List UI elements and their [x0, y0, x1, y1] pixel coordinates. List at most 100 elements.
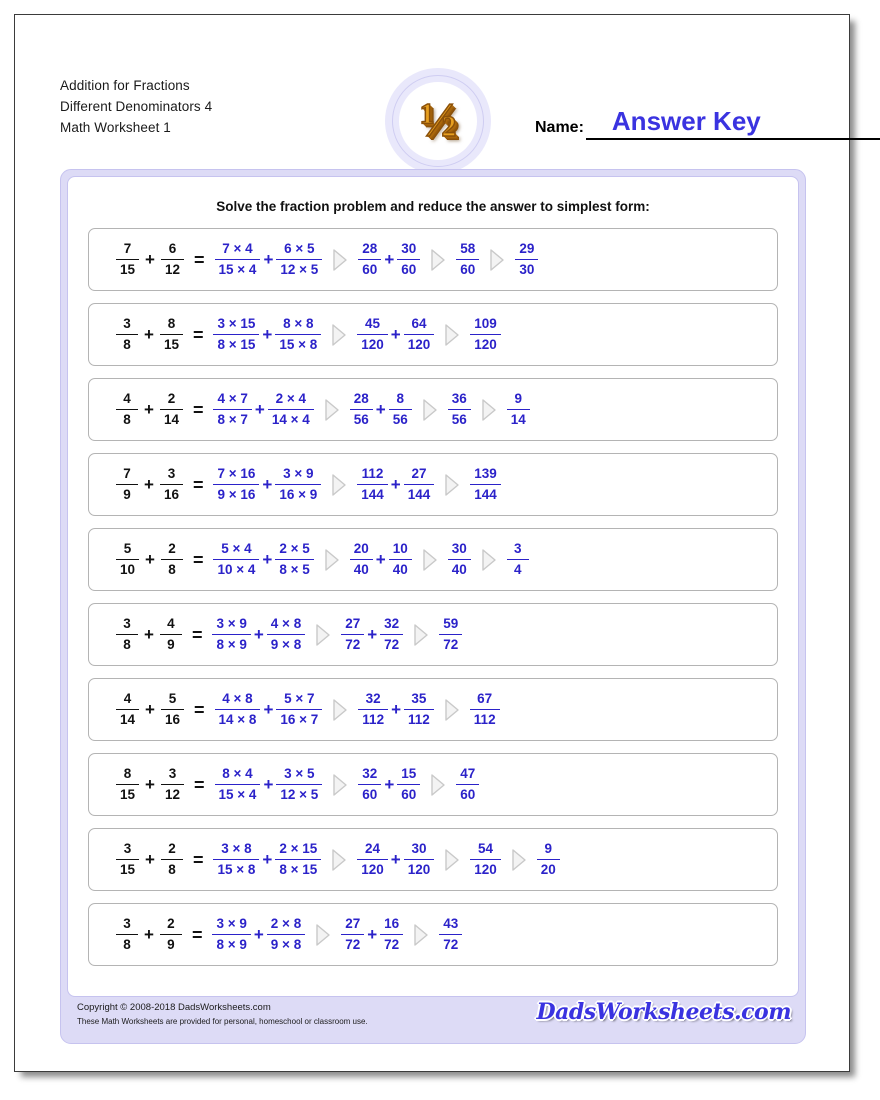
operand-fraction-b: 6 12 — [160, 241, 184, 277]
common-denominator-fraction-a: 3 × 9 8 × 9 — [212, 917, 251, 952]
operand-fraction-b: 49 — [159, 617, 182, 652]
converted-fraction-b: 10 40 — [388, 542, 412, 577]
denominator: 60 — [362, 262, 378, 278]
denominator: 120 — [407, 337, 431, 353]
numerator: 6 — [168, 241, 177, 257]
denominator: 8 — [168, 862, 176, 878]
numerator: 8 — [167, 316, 176, 332]
converted-fraction-a: 28 56 — [349, 391, 373, 427]
sum-fraction: 30 40 — [447, 542, 471, 578]
numerator: 8 × 4 — [222, 766, 253, 782]
plus-operator: + — [263, 775, 274, 794]
converted-fraction-b: 16 72 — [380, 916, 404, 952]
numerator: 3 × 15 — [217, 316, 256, 332]
plus-operator: + — [375, 400, 386, 419]
denominator: 72 — [345, 637, 361, 653]
worksheet-header: Addition for Fractions Different Denomin… — [15, 15, 880, 174]
problem-expression: 3 8 +4 9 = 3 × 98 × 9 +4 × 89 × 8 27 72 +32 72 59 72 — [115, 617, 463, 652]
numerator: 30 — [411, 841, 427, 857]
numerator: 32 — [365, 691, 381, 707]
numerator: 28 — [353, 391, 369, 407]
name-input[interactable]: Answer Key — [585, 106, 880, 140]
numerator: 67 — [477, 691, 493, 707]
equals-operator: = — [194, 699, 205, 720]
instructions-text: Solve the fraction problem and reduce th… — [216, 199, 650, 214]
operand-fraction-b: 8 15 — [159, 316, 183, 352]
denominator: 56 — [392, 412, 408, 428]
arrow-right-icon — [444, 698, 460, 722]
arrow-right-icon — [331, 473, 347, 497]
denominator: 8 × 15 — [217, 337, 256, 353]
denominator: 72 — [384, 637, 400, 653]
denominator: 40 — [451, 562, 467, 578]
numerator: 2 × 8 — [270, 916, 302, 932]
plus-operator: + — [391, 700, 402, 719]
half-fraction-logo-icon: ½ — [385, 68, 491, 174]
converted-fraction-b: 15 60 — [397, 767, 421, 802]
arrow-right-icon — [331, 848, 347, 872]
logo-half-glyph: ½ — [419, 91, 457, 148]
denominator: 14 × 4 — [271, 412, 310, 428]
numerator: 59 — [443, 616, 459, 632]
numerator: 32 — [384, 616, 400, 632]
operand-fraction-b: 5 16 — [160, 692, 184, 727]
usage-text: These Math Worksheets are provided for p… — [77, 1017, 368, 1026]
denominator: 60 — [401, 262, 417, 278]
equals-operator: = — [192, 549, 204, 570]
sum-fraction: 59 72 — [439, 616, 463, 652]
operand-fraction-a: 3 15 — [116, 842, 140, 878]
denominator: 10 × 4 — [217, 562, 256, 578]
denominator: 9 × 8 — [270, 637, 302, 653]
common-denominator-fraction-b: 2 × 5 8 × 5 — [275, 542, 314, 577]
sum-fraction: 54 120 — [470, 842, 501, 877]
problem-expression: 8 15 +3 12 = 8 × 4 15 × 4 +3 × 5 12 × 5 32 60 +15 60… — [115, 767, 480, 802]
operand-fraction-a: 79 — [116, 467, 138, 502]
common-denominator-fraction-a: 8 × 4 15 × 4 — [214, 766, 261, 802]
arrow-right-icon — [444, 323, 460, 347]
denominator: 14 — [510, 412, 526, 428]
problem-expression: 7 9 +3 16 = 7 × 16 9 × 16 +3 × 9 16 × 9 112 144 +27… — [115, 467, 502, 502]
numerator: 43 — [443, 916, 459, 932]
plus-operator: + — [145, 775, 155, 794]
denominator: 120 — [474, 337, 497, 353]
operand-fraction-a: 7 15 — [116, 242, 140, 277]
numerator: 16 — [384, 916, 400, 932]
numerator: 6 × 5 — [284, 241, 315, 257]
problem-expression: 3 8 +2 9 = 3 × 98 × 9 +2 × 89 × 8 27 72 +16 72 43 72 — [115, 917, 463, 952]
numerator: 3 — [168, 766, 177, 782]
plus-operator: + — [144, 625, 154, 644]
operand-fraction-a: 48 — [116, 392, 138, 427]
denominator: 15 — [120, 862, 136, 878]
worksheet-page: Addition for Fractions Different Denomin… — [0, 0, 880, 1100]
sum-fraction: 36 56 — [447, 392, 471, 427]
converted-fraction-a: 24 120 — [357, 842, 388, 877]
converted-fraction-a: 28 60 — [358, 242, 382, 278]
problems-panel-inner: Solve the fraction problem and reduce th… — [67, 176, 799, 997]
numerator: 30 — [401, 241, 417, 257]
equals-operator: = — [192, 849, 204, 870]
arrow-right-icon — [422, 398, 438, 422]
reduced-answer-fraction: 29 30 — [515, 242, 539, 277]
equals-operator: = — [192, 399, 204, 420]
operand-fraction-b: 28 — [160, 842, 183, 878]
numerator: 8 — [123, 766, 132, 782]
plus-operator: + — [144, 400, 154, 419]
numerator: 45 — [365, 316, 381, 332]
numerator: 7 × 4 — [222, 241, 253, 257]
operand-fraction-b: 29 — [159, 916, 182, 952]
title-line-3: Math Worksheet 1 — [60, 120, 171, 135]
denominator: 112 — [408, 712, 430, 728]
plus-operator: + — [262, 325, 273, 344]
numerator: 2 — [167, 916, 175, 932]
numerator: 27 — [345, 916, 361, 932]
common-denominator-fraction-a: 7 × 4 15 × 4 — [214, 241, 261, 277]
problem-expression: 4 8 +2 14 = 4 × 78 × 7 +2 × 4 14 × 4 28 56 +8 56 36 5… — [115, 392, 531, 427]
numerator: 3 — [167, 466, 176, 482]
denominator: 15 × 8 — [217, 862, 256, 878]
denominator: 14 × 8 — [218, 712, 257, 728]
common-denominator-fraction-b: 2 × 4 14 × 4 — [267, 392, 314, 428]
denominator: 12 × 5 — [280, 787, 319, 803]
plus-operator: + — [384, 250, 395, 269]
arrow-right-icon — [332, 773, 348, 797]
problem-expression: 3 15 +2 8 = 3 × 8 15 × 8 +2 × 15 8 × 15 24 120 +30 1… — [115, 842, 561, 877]
